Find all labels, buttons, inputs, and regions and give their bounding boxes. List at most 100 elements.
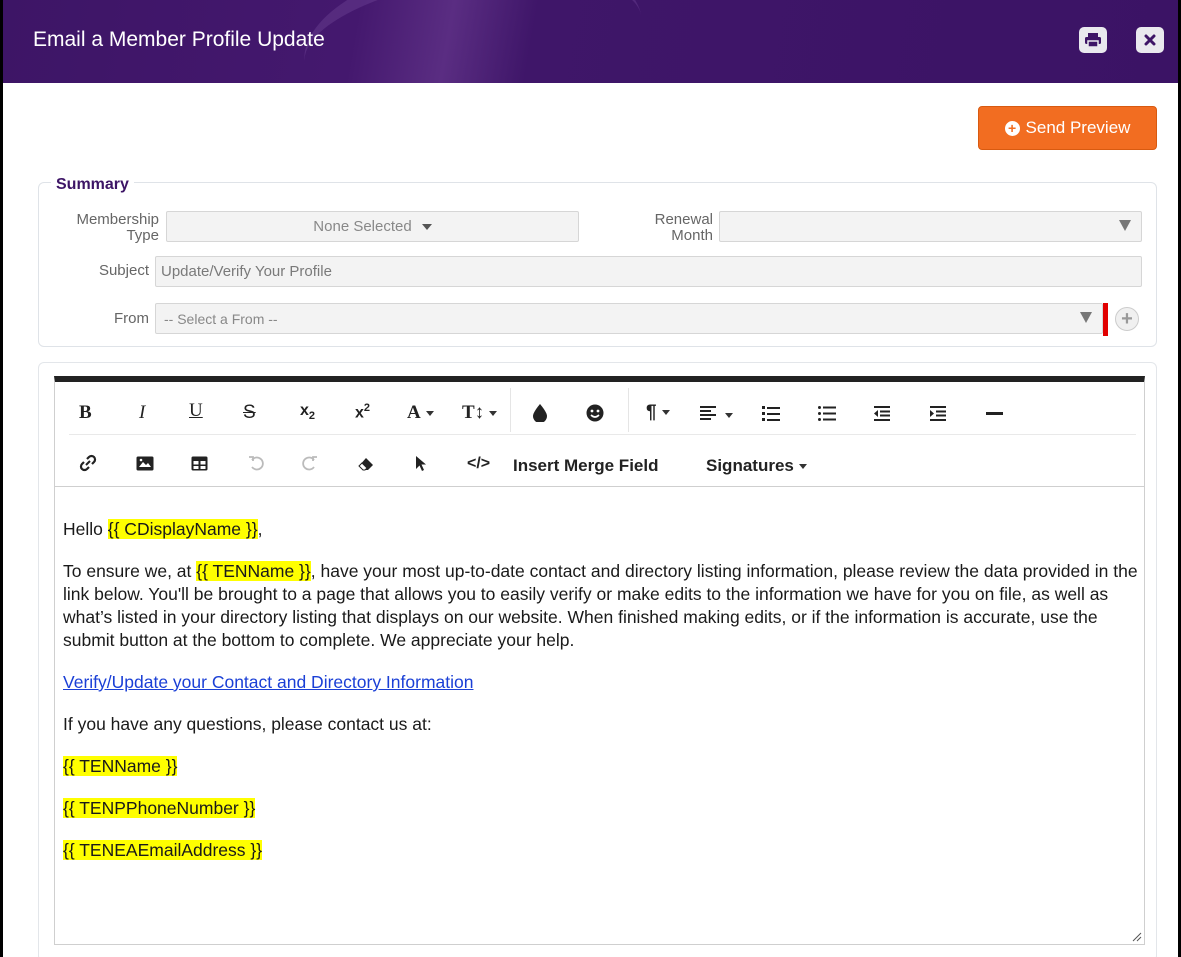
clear-formatting-button[interactable] (357, 457, 375, 476)
required-indicator (1103, 303, 1108, 336)
renewal-month-label: Renewal Month (603, 212, 713, 244)
from-select[interactable]: -- Select a From -- (155, 303, 1103, 334)
print-button[interactable] (1079, 27, 1107, 53)
contact-line: If you have any questions, please contac… (63, 714, 432, 734)
outdent-icon (874, 406, 890, 421)
paragraph-format-button[interactable]: ¶ (646, 402, 670, 424)
membership-type-value: None Selected (313, 218, 412, 235)
print-icon (1085, 33, 1101, 47)
insert-image-button[interactable] (136, 456, 154, 476)
bold-button[interactable]: B (79, 402, 92, 424)
horizontal-line-button[interactable] (986, 412, 1003, 415)
redo-icon (302, 456, 317, 471)
dialog-title: Email a Member Profile Update (33, 28, 325, 51)
cursor-icon (416, 456, 426, 471)
greeting-text: Hello (63, 519, 108, 539)
chevron-down-icon (421, 223, 432, 230)
editor-toolbar: B I U S x2 x2 A T↕ ¶ </> Insert Merge Fi… (55, 382, 1144, 487)
font-size-button[interactable]: T↕ (462, 402, 498, 424)
insert-merge-field-button[interactable]: Insert Merge Field (513, 456, 658, 476)
subscript-button[interactable]: x2 (300, 402, 315, 422)
merge-field-tenname-2: {{ TENName }} (63, 756, 178, 776)
merge-field-teneaemailaddress: {{ TENEAEmailAddress }} (63, 840, 263, 860)
signatures-label: Signatures (706, 456, 794, 475)
add-from-button[interactable]: + (1115, 307, 1139, 331)
header-decoration (293, 0, 653, 143)
dropdown-arrow-icon (1119, 220, 1131, 231)
resize-handle-icon[interactable] (1130, 930, 1142, 942)
toolbar-row-divider (69, 434, 1136, 435)
toolbar-divider (510, 388, 511, 432)
from-label: From (114, 310, 149, 327)
merge-field-cdisplayname: {{ CDisplayName }} (107, 519, 258, 539)
membership-type-label-line2: Type (126, 227, 159, 244)
membership-type-select[interactable]: None Selected (166, 211, 579, 242)
merge-line-phone: {{ TENPPhoneNumber }} (63, 797, 1143, 820)
ordered-list-icon (762, 406, 780, 421)
unordered-list-button[interactable] (818, 406, 836, 426)
plus-circle-icon: + (1004, 120, 1020, 136)
ordered-list-button[interactable] (762, 406, 780, 426)
superscript-button[interactable]: x2 (355, 402, 370, 422)
select-all-button[interactable] (415, 455, 427, 477)
code-view-button[interactable]: </> (467, 455, 490, 473)
membership-type-label: Membership Type (52, 212, 159, 244)
summary-legend: Summary (51, 176, 134, 194)
outdent-button[interactable] (874, 406, 890, 426)
dropdown-arrow-icon (1080, 312, 1092, 323)
chevron-down-icon (489, 411, 498, 417)
paragraph-prefix: To ensure we, at (63, 561, 197, 581)
align-button[interactable] (700, 406, 734, 425)
chevron-down-icon (798, 464, 807, 470)
body-paragraph: To ensure we, at {{ TENName }}, have you… (63, 560, 1143, 652)
image-icon (136, 456, 154, 471)
membership-type-label-line1: Membership (76, 211, 159, 228)
strikethrough-button[interactable]: S (243, 402, 256, 424)
undo-icon (249, 456, 264, 471)
subject-field[interactable]: Update/Verify Your Profile (155, 256, 1142, 287)
unordered-list-icon (818, 406, 836, 421)
send-preview-button[interactable]: + Send Preview (978, 106, 1157, 150)
redo-button[interactable] (302, 455, 318, 476)
dialog-header: Email a Member Profile Update (3, 0, 1178, 143)
font-family-button[interactable]: A (407, 402, 434, 424)
editor-content[interactable]: Hello {{ CDisplayName }}, To ensure we, … (63, 518, 1143, 881)
toolbar-divider (628, 388, 629, 432)
from-value: -- Select a From -- (164, 310, 278, 327)
merge-line-tenname: {{ TENName }} (63, 755, 1143, 778)
undo-button[interactable] (248, 455, 264, 476)
indent-icon (930, 406, 946, 421)
text-color-button[interactable] (533, 404, 547, 427)
link-line: Verify/Update your Contact and Directory… (63, 671, 1143, 694)
insert-link-button[interactable] (79, 454, 97, 477)
verify-update-link[interactable]: Verify/Update your Contact and Directory… (63, 672, 473, 692)
close-button[interactable] (1136, 27, 1164, 53)
subject-label: Subject (98, 262, 149, 279)
renewal-month-label-line1: Renewal (654, 211, 713, 228)
rich-text-editor: B I U S x2 x2 A T↕ ¶ </> Insert Merge Fi… (54, 376, 1145, 945)
droplet-icon (533, 404, 547, 423)
merge-field-tenname: {{ TENName }} (196, 561, 311, 581)
italic-button[interactable]: I (139, 402, 145, 424)
signatures-dropdown[interactable]: Signatures (706, 456, 807, 476)
merge-line-email: {{ TENEAEmailAddress }} (63, 839, 1143, 862)
renewal-month-select[interactable] (719, 211, 1142, 242)
smile-icon (586, 404, 604, 422)
greeting-comma: , (257, 519, 263, 539)
chevron-down-icon (725, 413, 734, 419)
chevron-down-icon (661, 410, 670, 416)
underline-button[interactable]: U (189, 400, 203, 422)
renewal-month-label-line2: Month (671, 227, 713, 244)
indent-button[interactable] (930, 406, 946, 426)
insert-table-button[interactable] (191, 456, 208, 476)
emoticons-button[interactable] (586, 404, 604, 427)
merge-field-tenpphonenumber: {{ TENPPhoneNumber }} (63, 798, 256, 818)
link-icon (79, 454, 97, 472)
table-icon (191, 456, 208, 471)
email-profile-update-dialog: Email a Member Profile Update + Send Pre… (0, 0, 1181, 957)
greeting-line: Hello {{ CDisplayName }}, (63, 518, 1143, 541)
send-preview-label: Send Preview (1025, 118, 1131, 137)
align-left-icon (700, 406, 716, 420)
chevron-down-icon (425, 411, 434, 417)
eraser-icon (358, 458, 373, 471)
